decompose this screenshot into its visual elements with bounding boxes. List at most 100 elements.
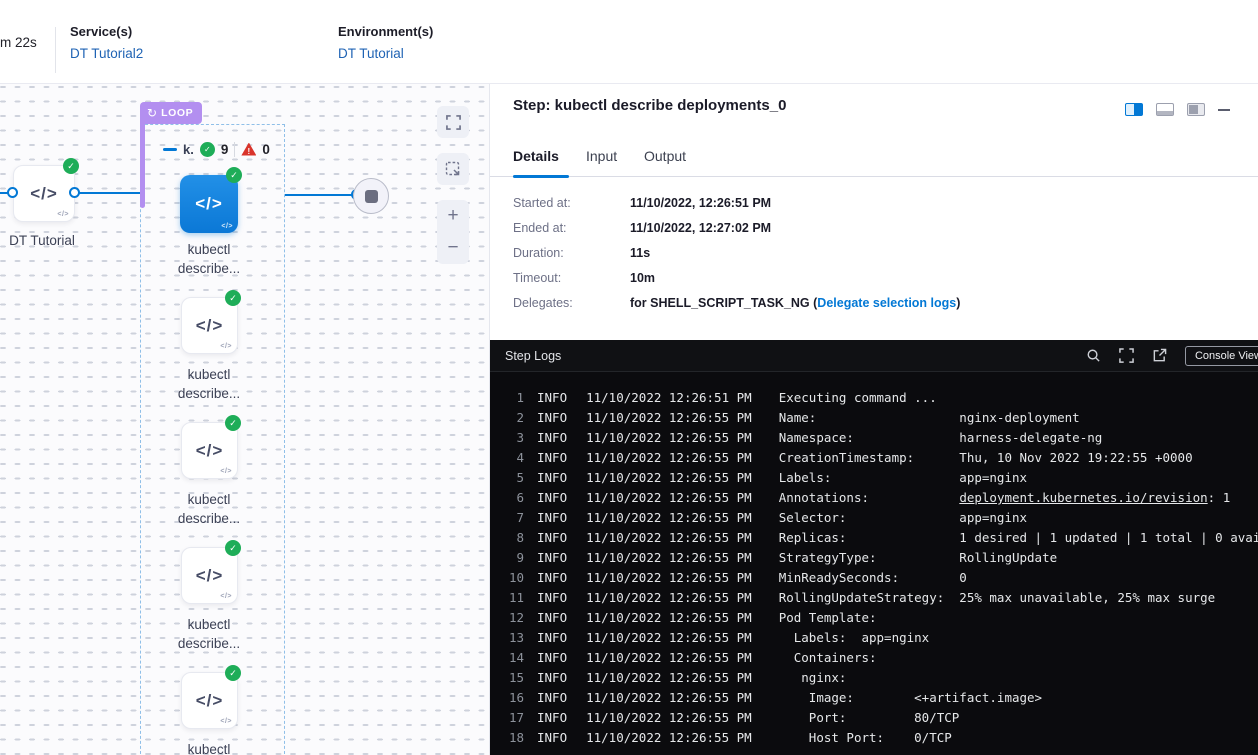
- console-view-button[interactable]: Console View: [1185, 346, 1258, 366]
- search-icon: [1086, 348, 1101, 363]
- field-duration: Duration: 11s: [513, 246, 960, 260]
- active-tab-underline: [513, 175, 569, 178]
- stop-icon: [365, 190, 378, 203]
- layout-bottom-panel-icon[interactable]: [1156, 103, 1174, 116]
- details-tabs: Details Input Output: [490, 142, 1258, 177]
- success-count: 9: [221, 142, 229, 157]
- failed-count-icon: !: [241, 143, 256, 156]
- success-check-icon: ✓: [225, 540, 241, 556]
- fit-selection-icon: [445, 161, 461, 177]
- success-check-icon: ✓: [225, 665, 241, 681]
- log-line: 1INFO11/10/2022 12:26:51 PMExecuting com…: [502, 388, 1258, 408]
- code-icon: </>: [30, 184, 58, 204]
- pipeline-canvas[interactable]: </> </> ✓ DT Tutorial ↻ LOOP k. ✓ 9 ! 0 …: [0, 84, 490, 755]
- success-check-icon: ✓: [225, 290, 241, 306]
- tab-output[interactable]: Output: [644, 148, 686, 164]
- step-node-label: kubectldescribe...: [149, 740, 269, 755]
- node-label: DT Tutorial: [0, 231, 102, 250]
- fullscreen-icon: [446, 115, 461, 130]
- step-node-kubectl-describe-4[interactable]: </> </> ✓: [181, 672, 238, 729]
- stop-node[interactable]: [353, 178, 389, 214]
- layout-floating-panel-icon[interactable]: [1187, 103, 1205, 116]
- execution-duration: m 22s: [0, 35, 37, 50]
- log-search-button[interactable]: [1086, 348, 1101, 363]
- log-line: 13INFO11/10/2022 12:26:55 PM Labels: app…: [502, 628, 1258, 648]
- log-line: 10INFO11/10/2022 12:26:55 PMMinReadySeco…: [502, 568, 1258, 588]
- topbar-divider: [55, 27, 56, 73]
- log-line: 14INFO11/10/2022 12:26:55 PM Containers:: [502, 648, 1258, 668]
- open-in-new-tab-button[interactable]: [1152, 348, 1167, 363]
- fit-to-screen-button[interactable]: [437, 153, 469, 185]
- step-logs-header: Step Logs Console View: [490, 340, 1258, 372]
- environment-block: Environment(s) DT Tutorial: [338, 24, 433, 61]
- step-node-label: kubectldescribe...: [149, 365, 269, 403]
- log-line: 2INFO11/10/2022 12:26:55 PMName: nginx-d…: [502, 408, 1258, 428]
- log-line: 3INFO11/10/2022 12:26:55 PMNamespace: ha…: [502, 428, 1258, 448]
- success-check-icon: ✓: [225, 415, 241, 431]
- log-line: 9INFO11/10/2022 12:26:55 PMStrategyType:…: [502, 548, 1258, 568]
- open-in-new-icon: [1152, 348, 1167, 363]
- service-label: Service(s): [70, 24, 143, 39]
- step-details-panel: Step: kubectl describe deployments_0 Det…: [490, 84, 1258, 340]
- step-details-title: Step: kubectl describe deployments_0: [513, 97, 786, 114]
- step-node-label: kubectldescribe...: [149, 615, 269, 653]
- log-fullscreen-button[interactable]: [1119, 348, 1134, 363]
- log-line: 18INFO11/10/2022 12:26:55 PM Host Port: …: [502, 728, 1258, 748]
- count-divider: [234, 142, 235, 157]
- zoom-out-button[interactable]: −: [437, 232, 469, 264]
- step-node-label: kubectldescribe...: [149, 240, 269, 278]
- edge-loop-to-end: [285, 194, 355, 196]
- code-mini-icon: </>: [220, 468, 232, 475]
- execution-topbar: m 22s Service(s) DT Tutorial2 Environmen…: [0, 0, 1258, 84]
- canvas-fullscreen-button[interactable]: [437, 106, 469, 138]
- success-count-icon: ✓: [200, 142, 215, 157]
- node-dt-tutorial[interactable]: </> </> ✓: [13, 165, 75, 222]
- step-node-kubectl-describe-1[interactable]: </> </> ✓: [181, 297, 238, 354]
- code-mini-icon: </>: [220, 593, 232, 600]
- field-started-at: Started at: 11/10/2022, 12:26:51 PM: [513, 196, 960, 210]
- code-icon: </>: [196, 316, 224, 336]
- step-node-label: kubectldescribe...: [149, 490, 269, 528]
- tab-details[interactable]: Details: [513, 148, 559, 164]
- step-node-kubectl-describe-2[interactable]: </> </> ✓: [181, 422, 238, 479]
- delegate-selection-logs-link[interactable]: Delegate selection logs: [817, 296, 956, 310]
- environment-link[interactable]: DT Tutorial: [338, 46, 433, 61]
- step-details-fields: Started at: 11/10/2022, 12:26:51 PM Ende…: [513, 196, 960, 321]
- log-line: 5INFO11/10/2022 12:26:55 PMLabels: app=n…: [502, 468, 1258, 488]
- layout-right-panel-icon[interactable]: [1125, 103, 1143, 116]
- log-line: 16INFO11/10/2022 12:26:55 PM Image: <+ar…: [502, 688, 1258, 708]
- service-link[interactable]: DT Tutorial2: [70, 46, 143, 61]
- tab-input[interactable]: Input: [586, 148, 617, 164]
- collapse-loop-button[interactable]: [163, 148, 177, 151]
- loop-header: k. ✓ 9 ! 0: [163, 140, 270, 158]
- log-line: 11INFO11/10/2022 12:26:55 PMRollingUpdat…: [502, 588, 1258, 608]
- field-ended-at: Ended at: 11/10/2022, 12:27:02 PM: [513, 221, 960, 235]
- loop-group-label: k.: [183, 142, 194, 157]
- loop-badge-tail: [140, 123, 145, 208]
- step-node-kubectl-describe-0[interactable]: </> </> ✓: [180, 175, 238, 233]
- zoom-in-button[interactable]: +: [437, 200, 469, 232]
- step-node-kubectl-describe-3[interactable]: </> </> ✓: [181, 547, 238, 604]
- environment-label: Environment(s): [338, 24, 433, 39]
- loop-badge[interactable]: ↻ LOOP: [140, 102, 202, 124]
- success-check-icon: ✓: [226, 167, 242, 183]
- step-logs-title: Step Logs: [505, 349, 561, 363]
- success-check-icon: ✓: [63, 158, 79, 174]
- zoom-controls: + −: [437, 200, 469, 264]
- minimize-panel-icon[interactable]: [1218, 109, 1230, 111]
- edge-start-to-loop: [77, 192, 141, 194]
- loop-icon: ↻: [147, 107, 157, 119]
- log-lines[interactable]: 1INFO11/10/2022 12:26:51 PMExecuting com…: [502, 388, 1258, 748]
- log-line: 7INFO11/10/2022 12:26:55 PMSelector: app…: [502, 508, 1258, 528]
- fullscreen-icon: [1119, 348, 1134, 363]
- logs-actions: Console View: [1086, 346, 1258, 366]
- node-port-left: [7, 187, 18, 198]
- step-logs-panel: Step Logs Console View: [490, 340, 1258, 755]
- log-annotation-link[interactable]: deployment.kubernetes.io/revision: [959, 490, 1207, 505]
- pipeline-execution-page: m 22s Service(s) DT Tutorial2 Environmen…: [0, 0, 1258, 755]
- field-delegates: Delegates: for SHELL_SCRIPT_TASK_NG (Del…: [513, 296, 960, 310]
- code-mini-icon: </>: [220, 343, 232, 350]
- code-icon: </>: [196, 691, 224, 711]
- failed-count: 0: [262, 142, 270, 157]
- log-line: 17INFO11/10/2022 12:26:55 PM Port: 80/TC…: [502, 708, 1258, 728]
